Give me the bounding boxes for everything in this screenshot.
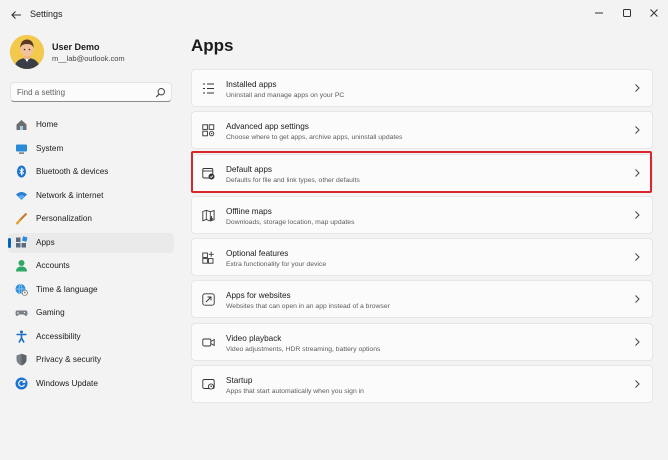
search-icon[interactable]	[155, 87, 166, 98]
sidebar-item-apps[interactable]: Apps	[8, 232, 174, 253]
card-title: Installed apps	[226, 80, 277, 89]
apps-icon	[16, 235, 28, 247]
network-icon	[16, 191, 27, 200]
card-startup[interactable]: Startup Apps that start automatically wh…	[191, 365, 653, 404]
back-arrow-icon[interactable]	[7, 6, 25, 24]
sidebar-item-accessibility[interactable]: Accessibility	[8, 327, 174, 347]
card-title: Advanced app settings	[226, 122, 309, 132]
video-playback-icon	[202, 338, 215, 347]
card-title: Offline maps	[226, 206, 272, 216]
sidebar-item-windows-update[interactable]: Windows Update	[8, 374, 174, 394]
chevron-right-icon	[635, 126, 640, 135]
sidebar-item-label: Apps	[36, 237, 55, 247]
card-title: Video playback	[226, 333, 282, 343]
card-subtitle: Downloads, storage location, map updates	[226, 218, 355, 226]
brush-icon	[15, 212, 28, 225]
card-title: Default apps	[226, 164, 272, 174]
card-subtitle: Uninstall and manage apps on your PC	[226, 92, 345, 99]
card-subtitle: Extra functionality for your device	[226, 261, 327, 269]
maximize-button[interactable]	[613, 3, 641, 23]
shield-icon	[16, 353, 27, 366]
chevron-right-icon	[635, 337, 640, 346]
update-icon	[15, 377, 28, 389]
bluetooth-icon	[17, 165, 26, 178]
gaming-icon	[15, 310, 28, 316]
minimize-button[interactable]	[585, 3, 613, 23]
default-apps-icon	[202, 167, 215, 180]
card-apps-for-websites[interactable]: Apps for websites Websites that can open…	[191, 280, 653, 319]
sidebar-item-home[interactable]: Home	[8, 115, 174, 135]
card-advanced-app-settings[interactable]: Advanced app settings Choose where to ge…	[191, 111, 653, 150]
chevron-right-icon	[635, 295, 640, 304]
sidebar-item-personalization[interactable]: Personalization	[8, 209, 174, 229]
sidebar-nav: Home System Bluetooth & devices Network …	[8, 115, 174, 397]
home-icon	[16, 120, 27, 130]
sidebar-item-system[interactable]: System	[8, 139, 174, 159]
sidebar-item-label: Windows Update	[36, 378, 98, 388]
sidebar-item-label: Privacy & security	[36, 355, 102, 364]
sidebar-item-label: Gaming	[36, 308, 65, 317]
sidebar-item-label: System	[36, 143, 64, 153]
accessibility-icon	[16, 330, 27, 343]
card-subtitle: Apps that start automatically when you s…	[226, 388, 364, 396]
sidebar-item-label: Home	[36, 120, 58, 129]
window-title: Settings	[30, 9, 63, 19]
sidebar-item-accounts[interactable]: Accounts	[8, 256, 174, 276]
apps-for-websites-icon	[202, 293, 215, 307]
avatar[interactable]	[10, 35, 44, 69]
user-email: m__lab@outlook.com	[52, 54, 125, 63]
startup-icon	[202, 379, 215, 390]
card-default-apps[interactable]: Default apps Defaults for file and link …	[191, 153, 653, 192]
active-indicator	[8, 237, 11, 248]
chevron-right-icon	[635, 211, 640, 219]
sidebar-item-label: Network & internet	[36, 190, 104, 200]
user-name: User Demo	[52, 42, 100, 52]
title-bar: Settings	[0, 0, 668, 30]
card-subtitle: Video adjustments, HDR streaming, batter…	[226, 345, 381, 353]
card-subtitle: Choose where to get apps, archive apps, …	[226, 134, 403, 142]
chevron-right-icon	[635, 168, 640, 177]
advanced-app-settings-icon	[202, 124, 215, 137]
chevron-right-icon	[635, 253, 640, 262]
chevron-right-icon	[635, 84, 640, 92]
search-box[interactable]	[10, 82, 172, 102]
page-title: Apps	[191, 36, 234, 55]
accounts-icon	[16, 260, 27, 272]
sidebar-item-label: Bluetooth & devices	[36, 167, 109, 176]
card-subtitle: Websites that can open in an app instead…	[226, 303, 390, 311]
card-title: Apps for websites	[226, 291, 291, 301]
card-installed-apps[interactable]: Installed apps Uninstall and manage apps…	[191, 69, 653, 107]
sidebar-item-privacy-security[interactable]: Privacy & security	[8, 350, 174, 370]
search-input[interactable]	[17, 86, 152, 99]
sidebar-item-gaming[interactable]: Gaming	[8, 303, 174, 323]
optional-features-icon	[202, 251, 214, 264]
user-avatar-icon	[10, 35, 44, 69]
card-title: Optional features	[226, 249, 289, 259]
close-button[interactable]	[640, 3, 668, 23]
offline-maps-icon	[202, 209, 215, 222]
sidebar-item-label: Personalization	[36, 214, 92, 223]
installed-apps-icon	[203, 83, 214, 94]
card-optional-features[interactable]: Optional features Extra functionality fo…	[191, 238, 653, 277]
sidebar-item-label: Accessibility	[36, 331, 81, 341]
system-icon	[16, 144, 27, 154]
sidebar-item-label: Time & language	[36, 284, 98, 294]
sidebar-item-bluetooth[interactable]: Bluetooth & devices	[8, 162, 174, 182]
settings-list: Installed apps Uninstall and manage apps…	[191, 69, 653, 407]
sidebar-item-time-language[interactable]: Time & language	[8, 280, 174, 300]
card-title: Startup	[226, 376, 253, 386]
card-offline-maps[interactable]: Offline maps Downloads, storage location…	[191, 195, 653, 234]
sidebar-item-label: Accounts	[36, 261, 70, 270]
sidebar-item-network[interactable]: Network & internet	[8, 186, 174, 206]
chevron-right-icon	[635, 380, 640, 388]
card-video-playback[interactable]: Video playback Video adjustments, HDR st…	[191, 322, 653, 361]
card-subtitle: Defaults for file and link types, other …	[226, 176, 360, 184]
globe-clock-icon	[15, 283, 28, 296]
